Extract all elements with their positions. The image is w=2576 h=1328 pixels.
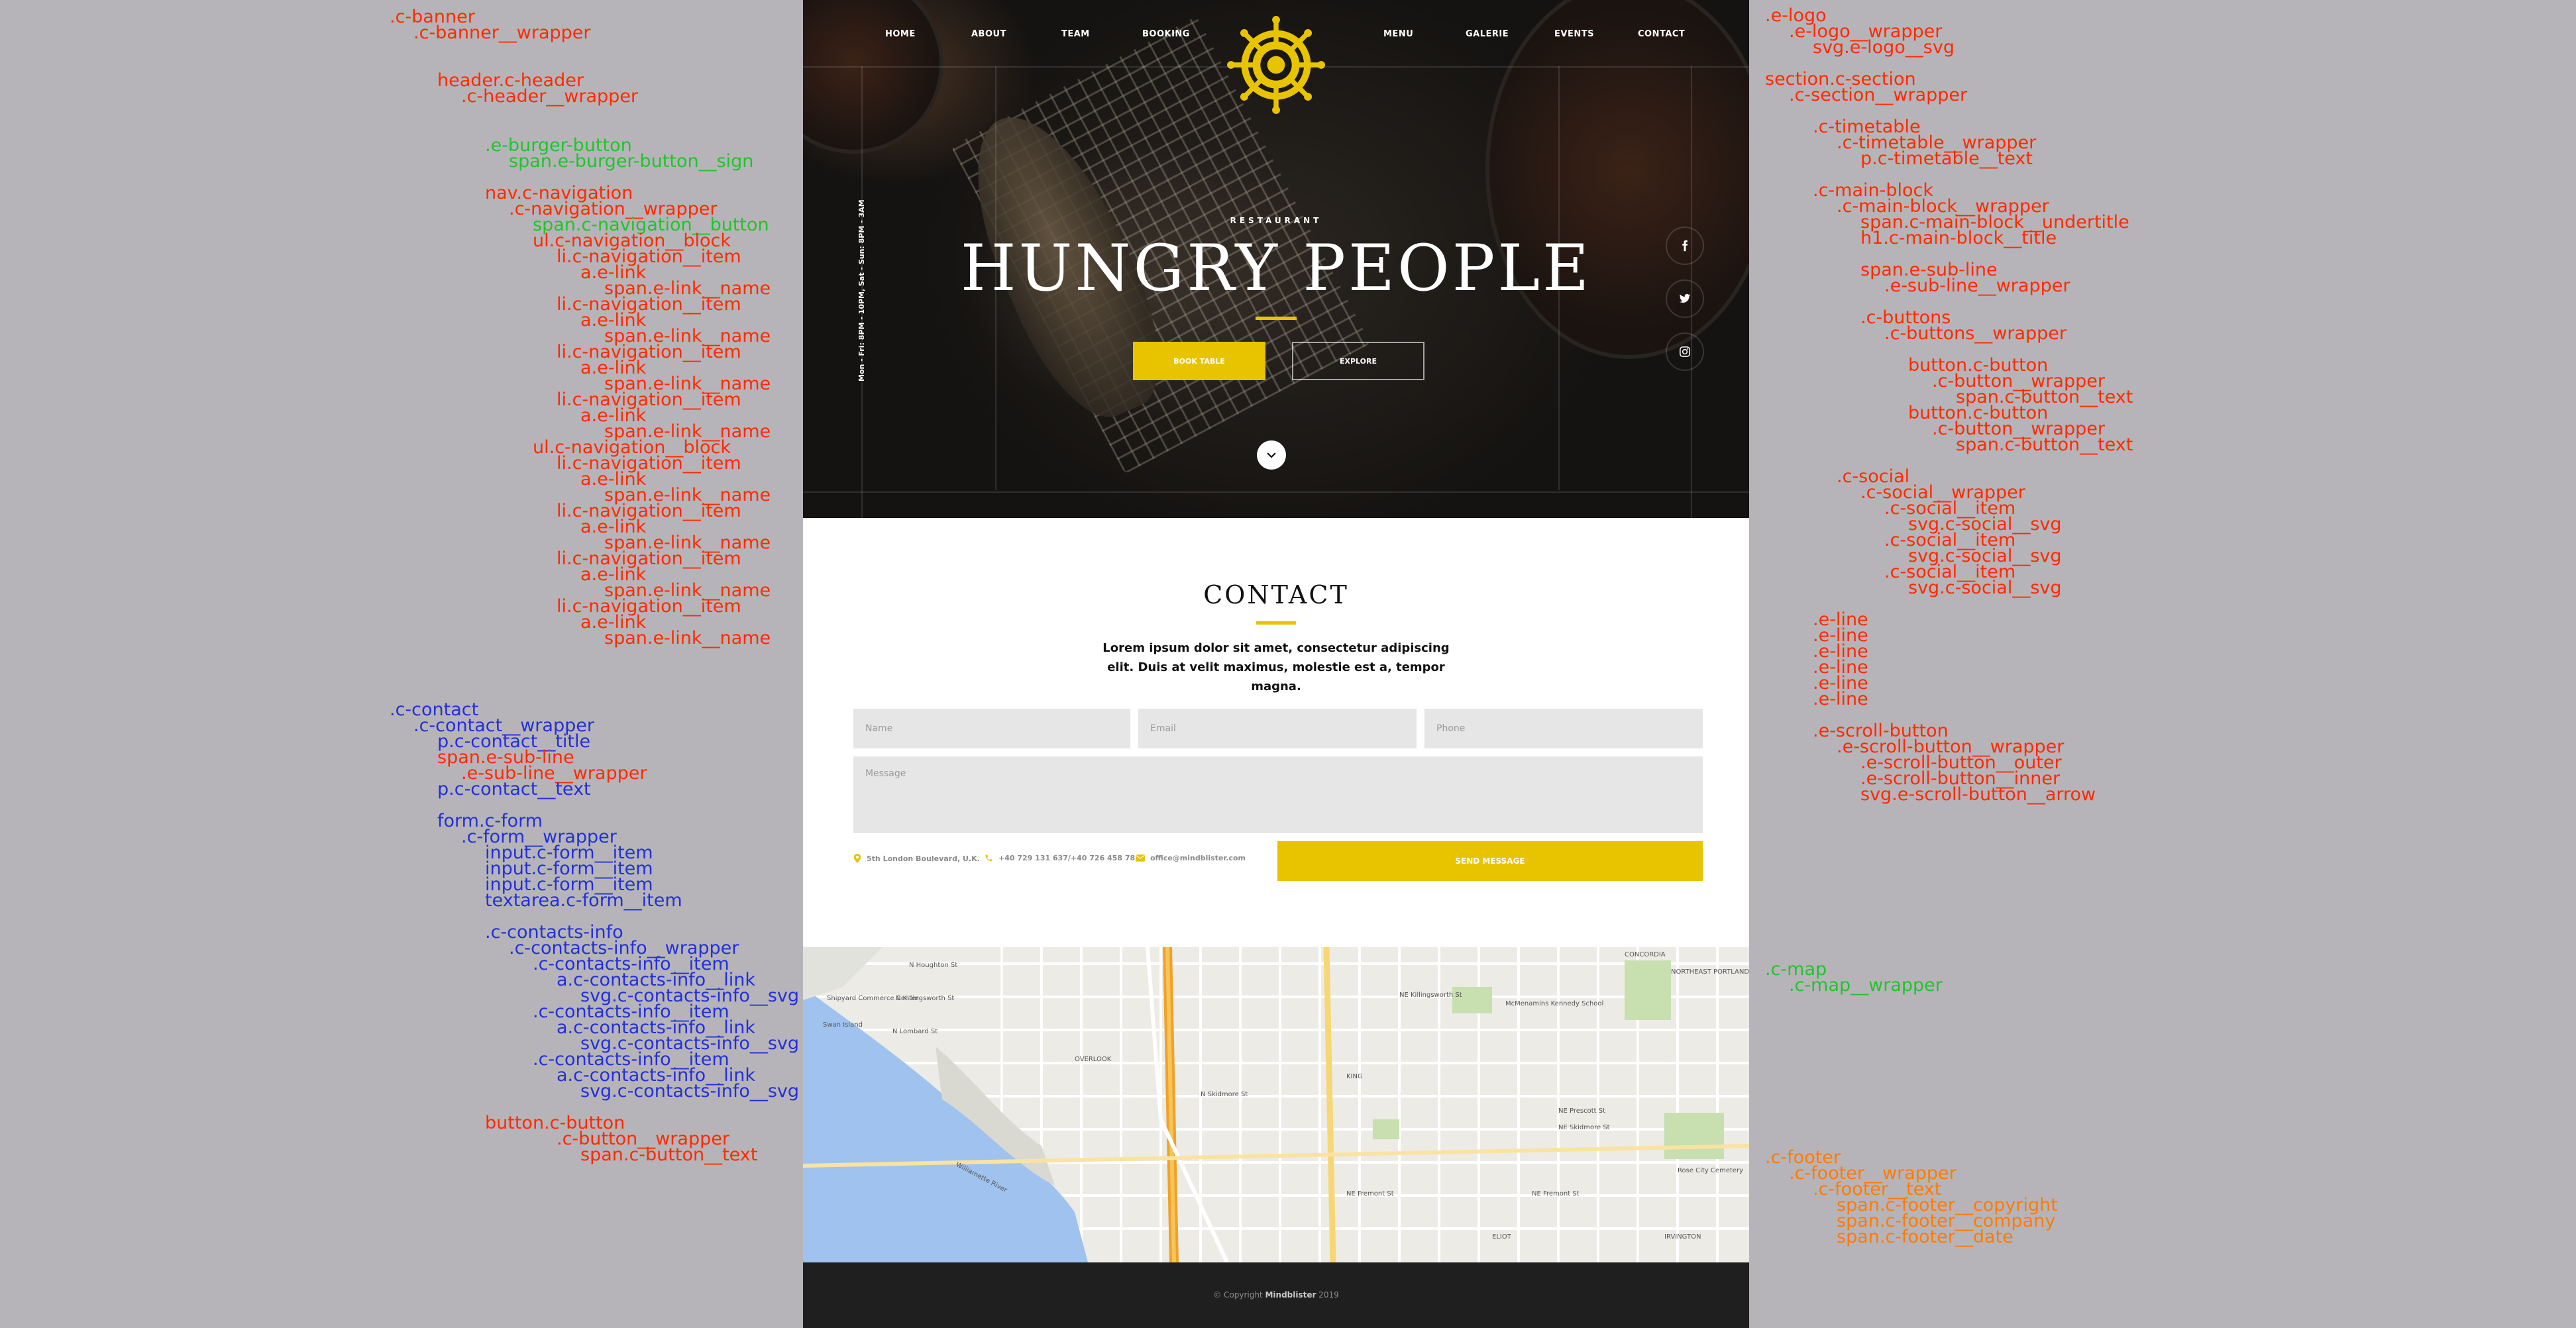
- annotation-label: p.c-contact__text: [437, 779, 591, 799]
- footer-date: 2019: [1318, 1290, 1339, 1300]
- map-label: NE Killingsworth St: [1399, 992, 1462, 999]
- annotation-label: textarea.c-form__item: [485, 890, 682, 911]
- page-mockup: HOME ABOUT TEAM BOOKING MENU GALERIE EVE…: [803, 0, 1749, 1328]
- footer-company[interactable]: Mindblister: [1265, 1290, 1316, 1300]
- map-label: NE Fremont St: [1346, 1190, 1394, 1198]
- phone-icon: [985, 854, 993, 862]
- annotation-label: svg.c-contacts-info__svg: [580, 1081, 800, 1101]
- contact-email-text: office@mindblister.com: [1150, 854, 1246, 862]
- annotation-label: .e-sub-line__wrapper: [1884, 276, 2070, 296]
- email-input[interactable]: [1138, 709, 1417, 748]
- facebook-icon: [1682, 240, 1688, 252]
- hero-undertitle: RESTAURANT: [1230, 216, 1322, 225]
- ship-wheel-logo[interactable]: [1227, 16, 1325, 114]
- contact-phone-text: +40 729 131 637/+40 726 458 782: [998, 854, 1140, 862]
- annotation-label: svg.e-logo__svg: [1813, 37, 1955, 58]
- map-label: IRVINGTON: [1664, 1233, 1701, 1241]
- send-message-button[interactable]: SEND MESSAGE: [1277, 841, 1703, 881]
- map-pin-icon: [853, 854, 861, 863]
- annotation-label: p.c-timetable__text: [1860, 148, 2033, 169]
- social-twitter-button[interactable]: [1666, 280, 1704, 318]
- annotation-label: span.c-button__text: [1956, 434, 2133, 455]
- annotation-label: span.c-button__text: [580, 1145, 758, 1165]
- nav-link-galerie[interactable]: GALERIE: [1466, 29, 1509, 39]
- map-label: Swan Island: [823, 1021, 863, 1029]
- name-input[interactable]: [853, 709, 1130, 748]
- scroll-down-button[interactable]: [1257, 440, 1286, 470]
- twitter-icon: [1679, 293, 1691, 303]
- nav-link-booking[interactable]: BOOKING: [1142, 29, 1190, 39]
- phone-input[interactable]: [1424, 709, 1703, 748]
- annotation-label: span.e-link__name: [604, 628, 771, 648]
- annotation-label: span.c-footer__date: [1837, 1227, 2013, 1247]
- instagram-icon: [1680, 346, 1690, 357]
- social-instagram-button[interactable]: [1666, 332, 1704, 371]
- map-label: NE Fremont St: [1532, 1190, 1580, 1198]
- nav-link-events[interactable]: EVENTS: [1554, 29, 1594, 39]
- contact-title: CONTACT: [1203, 580, 1349, 609]
- footer-copyright: © Copyright: [1213, 1290, 1263, 1300]
- book-table-button[interactable]: BOOK TABLE: [1133, 342, 1265, 380]
- nav-link-team[interactable]: TEAM: [1061, 29, 1090, 39]
- nav-link-menu[interactable]: MENU: [1383, 29, 1413, 39]
- map-label: NORTHEAST PORTLAND: [1671, 968, 1749, 976]
- hero-banner: HOME ABOUT TEAM BOOKING MENU GALERIE EVE…: [803, 0, 1749, 518]
- nav-link-home[interactable]: HOME: [885, 29, 916, 39]
- annotation-label: span.e-burger-button__sign: [509, 151, 754, 172]
- hero-title: HUNGRY PEOPLE: [960, 231, 1592, 305]
- contact-phone-link[interactable]: +40 729 131 637/+40 726 458 782: [985, 854, 1140, 862]
- map-label: OVERLOOK: [1075, 1056, 1112, 1063]
- map-label: NE Prescott St: [1558, 1107, 1605, 1115]
- hero-sub-line: [1256, 317, 1297, 320]
- chevron-down-icon: [1267, 452, 1276, 458]
- map-label: CONCORDIA: [1625, 951, 1666, 958]
- contact-sub-line: [1256, 621, 1296, 625]
- map-label: N Skidmore St: [1201, 1091, 1248, 1098]
- footer-text: © Copyright Mindblister 2019: [803, 1290, 1749, 1300]
- annotation-label: .c-banner__wrapper: [413, 23, 591, 43]
- contact-address-link[interactable]: 5th London Boulevard, U.K.: [853, 854, 980, 863]
- footer: © Copyright Mindblister 2019: [803, 1262, 1749, 1328]
- annotation-label: svg.e-scroll-button__arrow: [1860, 784, 2096, 805]
- map-label: NE Skidmore St: [1558, 1124, 1610, 1131]
- explore-button[interactable]: EXPLORE: [1292, 342, 1424, 380]
- map-label: ELIOT: [1492, 1233, 1512, 1241]
- mail-icon: [1136, 854, 1145, 862]
- map-label: KING: [1346, 1073, 1363, 1080]
- annotation-label: .c-buttons__wrapper: [1884, 323, 2067, 344]
- annotation-label: svg.c-social__svg: [1908, 578, 2062, 598]
- map-label: Shipyard Commerce Center: [827, 995, 919, 1002]
- map-canvas: N Houghton St N Lombard St OVERLOOK KING…: [803, 947, 1749, 1262]
- map[interactable]: N Houghton St N Lombard St OVERLOOK KING…: [803, 947, 1749, 1262]
- spice-bowl-image: [803, 0, 943, 154]
- map-label: Rose City Cemetery: [1678, 1167, 1743, 1174]
- guide-line: [803, 491, 1749, 493]
- contact-text: Lorem ipsum dolor sit amet, consectetur …: [1102, 641, 1450, 693]
- contact-address-text: 5th London Boulevard, U.K.: [867, 854, 980, 863]
- map-label: McMenamins Kennedy School: [1505, 1000, 1603, 1007]
- annotation-label: h1.c-main-block__title: [1860, 228, 2057, 248]
- nav-link-about[interactable]: ABOUT: [971, 29, 1006, 39]
- map-label: N Lombard St: [892, 1028, 938, 1035]
- message-textarea[interactable]: [853, 756, 1703, 833]
- annotation-label: .c-section__wrapper: [1789, 85, 1968, 105]
- social-facebook-button[interactable]: [1666, 227, 1704, 265]
- contact-email-link[interactable]: office@mindblister.com: [1136, 854, 1246, 862]
- annotation-label: .c-map__wrapper: [1789, 975, 1943, 996]
- nav-link-contact[interactable]: CONTACT: [1638, 29, 1685, 39]
- annotation-label: .c-header__wrapper: [461, 86, 639, 107]
- map-label: N Houghton St: [909, 962, 957, 969]
- annotation-label: .e-line: [1813, 689, 1868, 709]
